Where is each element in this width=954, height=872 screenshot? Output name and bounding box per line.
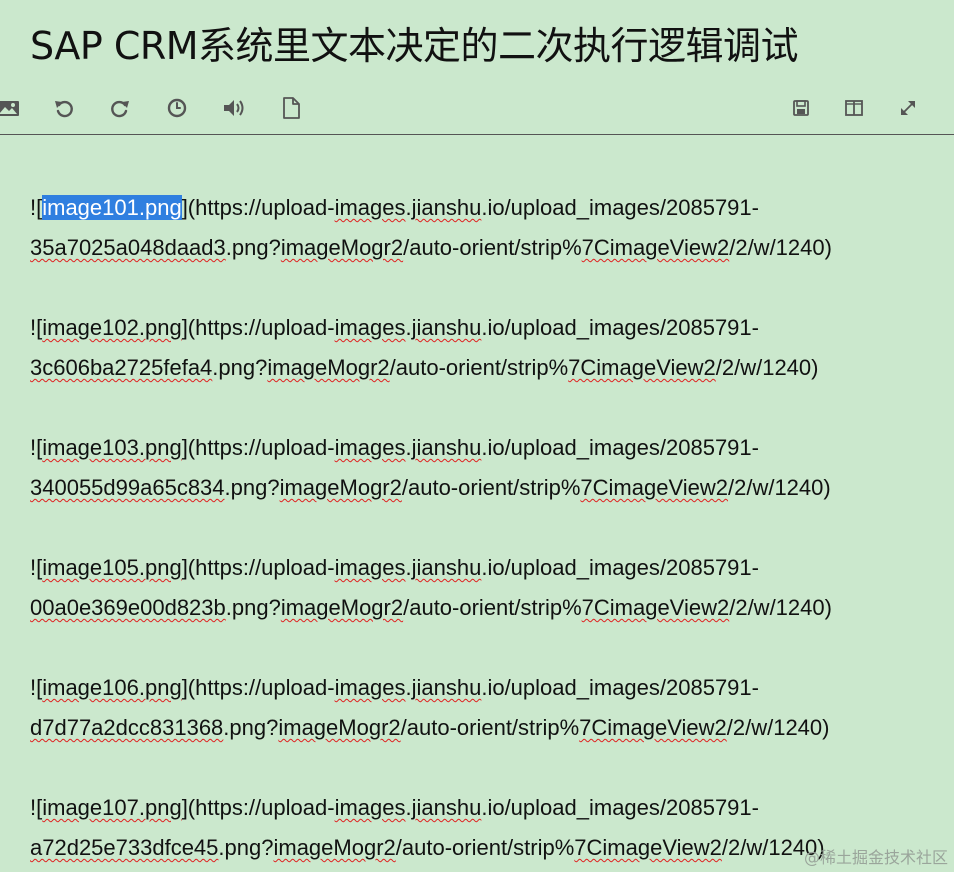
entry-line-1: ![image103.png](https://upload-images.ji… (30, 435, 759, 460)
document-button[interactable] (277, 94, 305, 122)
page-title: SAP CRM系统里文本决定的二次执行逻辑调试 (30, 24, 799, 68)
watermark: @稀土掘金技术社区 (803, 848, 948, 867)
entry-line-1: ![image101.png](https://upload-images.ji… (30, 195, 759, 220)
markdown-editor[interactable]: ![image101.png](https://upload-images.ji… (30, 188, 930, 872)
entry-line-1: ![image105.png](https://upload-images.ji… (30, 555, 759, 580)
entry-line-1: ![image107.png](https://upload-images.ji… (30, 795, 759, 820)
editor-toolbar (0, 84, 954, 130)
entry-line-2: 340055d99a65c834.png?imageMogr2/auto-ori… (30, 475, 831, 500)
entry-line-2: 00a0e369e00d823b.png?imageMogr2/auto-ori… (30, 595, 832, 620)
redo-icon (111, 100, 129, 118)
entry-line-1: ![image106.png](https://upload-images.ji… (30, 675, 759, 700)
image-link-entry: ![image106.png](https://upload-images.ji… (30, 668, 930, 748)
entry-line-2: 35a7025a048daad3.png?imageMogr2/auto-ori… (30, 235, 832, 260)
toolbar-divider (0, 134, 954, 135)
selected-text[interactable]: image101.png (42, 195, 182, 220)
entry-line-2: d7d77a2dcc831368.png?imageMogr2/auto-ori… (30, 715, 830, 740)
image-link-entry: ![image105.png](https://upload-images.ji… (30, 548, 930, 628)
image-link-entry: ![image103.png](https://upload-images.ji… (30, 428, 930, 508)
document-icon (283, 97, 300, 119)
split-view-icon (845, 100, 863, 116)
fullscreen-button[interactable] (894, 94, 922, 122)
undo-icon (55, 100, 73, 118)
history-button[interactable] (163, 94, 191, 122)
split-view-button[interactable] (840, 94, 868, 122)
image-link-entry: ![image101.png](https://upload-images.ji… (30, 188, 930, 268)
image-icon (0, 101, 19, 116)
read-aloud-button[interactable] (220, 94, 248, 122)
save-button[interactable] (787, 94, 815, 122)
save-icon (793, 100, 809, 116)
undo-button[interactable] (50, 94, 78, 122)
entry-line-2: 3c606ba2725fefa4.png?imageMogr2/auto-ori… (30, 355, 819, 380)
image-link-entry: ![image102.png](https://upload-images.ji… (30, 308, 930, 388)
fullscreen-icon (901, 101, 915, 115)
redo-button[interactable] (106, 94, 134, 122)
history-icon (167, 98, 187, 118)
insert-image-button[interactable] (0, 94, 22, 122)
entry-line-1: ![image102.png](https://upload-images.ji… (30, 315, 759, 340)
speaker-icon (224, 100, 244, 116)
entry-line-2: a72d25e733dfce45.png?imageMogr2/auto-ori… (30, 835, 825, 860)
image-link-entry: ![image107.png](https://upload-images.ji… (30, 788, 930, 868)
